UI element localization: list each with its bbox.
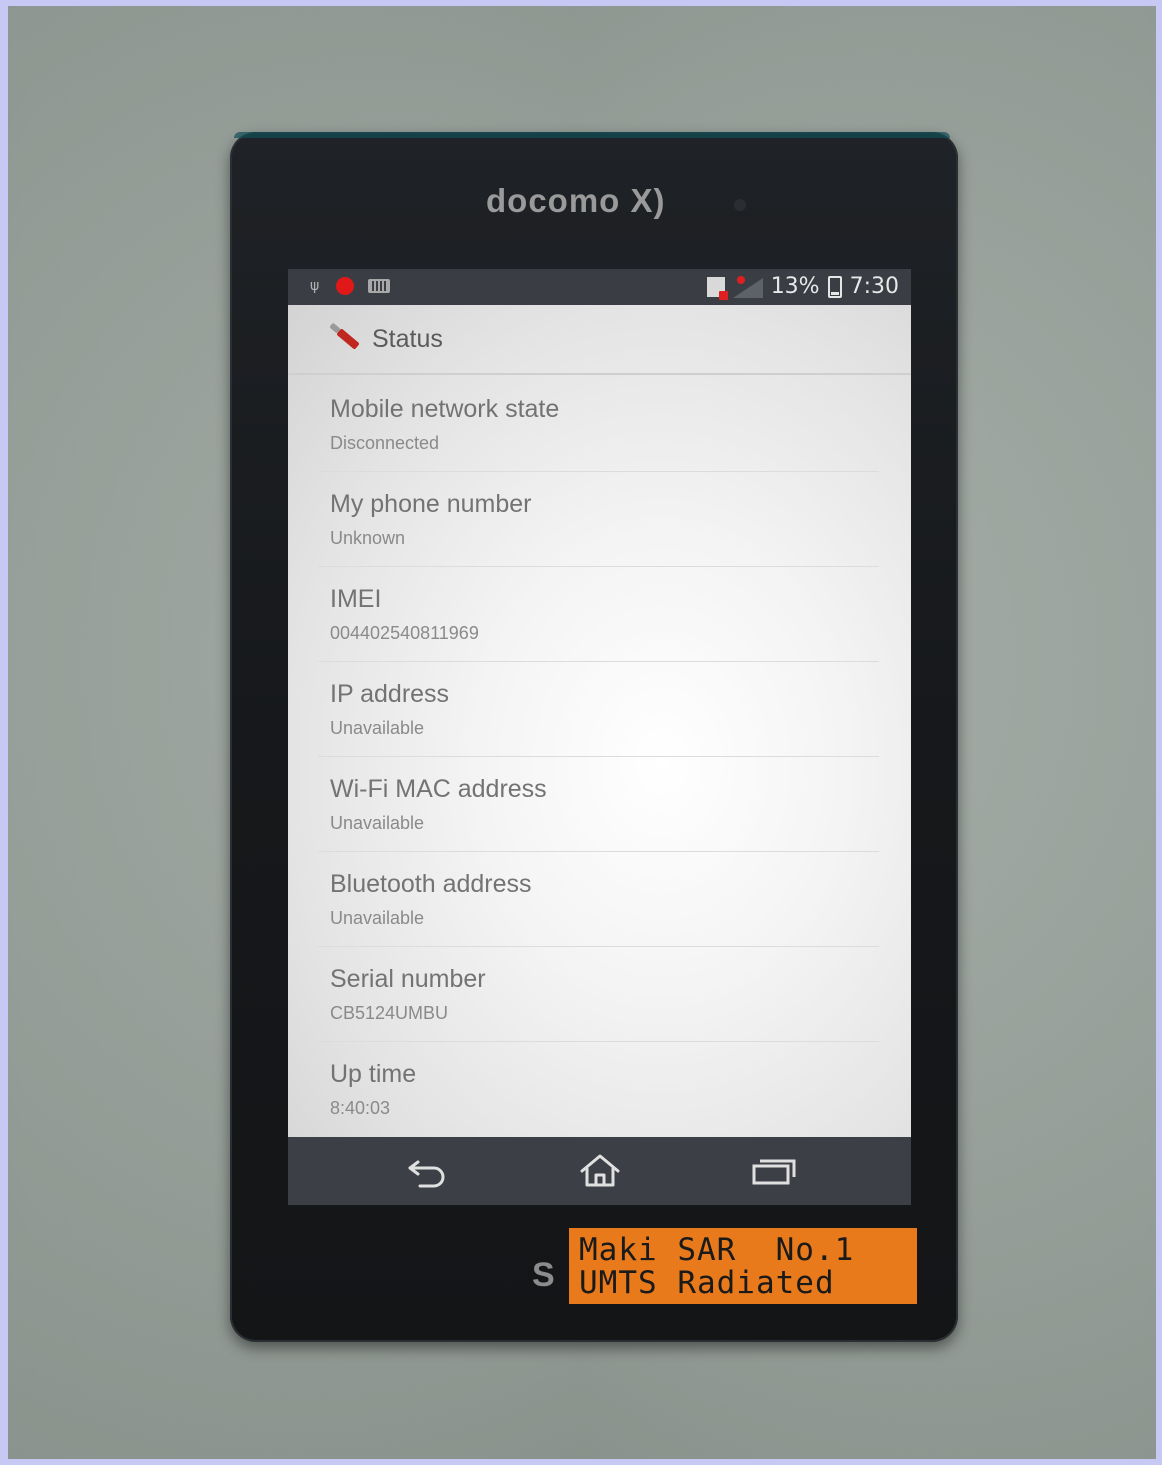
usb-debug-icon: ψ <box>310 278 320 294</box>
list-item-bluetooth-address[interactable]: Bluetooth address Unavailable <box>318 852 879 947</box>
battery-percent: 13% <box>770 274 820 299</box>
status-list: Mobile network state Disconnected My pho… <box>288 377 911 1137</box>
list-item-value: CB5124UMBU <box>330 1003 449 1023</box>
list-item-title: IMEI <box>330 585 382 613</box>
navigation-bar <box>288 1137 911 1205</box>
clock: 7:30 <box>849 274 899 299</box>
list-item-wifi-mac-address[interactable]: Wi-Fi MAC address Unavailable <box>318 757 879 852</box>
list-item-title: Serial number <box>330 965 486 993</box>
list-item-value: Unavailable <box>330 718 425 738</box>
list-item-value: Unavailable <box>330 908 425 928</box>
sd-card-icon <box>368 279 390 293</box>
recent-apps-icon <box>752 1159 796 1185</box>
sticker-line-1: Maki SAR No.1 <box>579 1232 855 1268</box>
phone-screen: ψ 13% 7:30 Status Mobile network state D… <box>288 269 911 1205</box>
list-item-value: Unknown <box>330 528 406 548</box>
record-icon <box>336 277 354 295</box>
sticker-line-2: UMTS Radiated <box>579 1265 835 1301</box>
settings-wrench-icon[interactable] <box>336 328 360 350</box>
list-item-value: 8:40:03 <box>330 1098 391 1118</box>
back-button[interactable] <box>398 1149 458 1193</box>
carrier-logo: docomo X) <box>486 182 666 219</box>
list-item-title: My phone number <box>330 490 532 518</box>
list-item-title: Wi-Fi MAC address <box>330 775 547 803</box>
list-item-my-phone-number[interactable]: My phone number Unknown <box>318 472 879 567</box>
recent-apps-button[interactable] <box>744 1149 804 1193</box>
list-item-value: Unavailable <box>330 813 425 833</box>
list-item-title: IP address <box>330 680 450 708</box>
proximity-sensor <box>734 199 746 211</box>
list-item-value: Disconnected <box>330 433 440 453</box>
brand-logo-partial: S <box>532 1256 558 1294</box>
notification-doc-icon <box>706 277 728 300</box>
home-button[interactable] <box>570 1149 630 1193</box>
page-title: Status <box>372 325 443 353</box>
phone-top-edge <box>234 132 950 138</box>
list-item-title: Bluetooth address <box>330 870 532 898</box>
photo-frame: docomo X) S ψ 13% 7:30 Status Mobile net… <box>0 0 1162 1465</box>
action-bar: Status <box>288 305 911 375</box>
status-bar[interactable]: ψ 13% 7:30 <box>288 269 911 305</box>
list-item-value: 004402540811969 <box>330 623 479 643</box>
list-item-serial-number[interactable]: Serial number CB5124UMBU <box>318 947 879 1042</box>
list-item-title: Mobile network state <box>330 395 560 423</box>
list-item-mobile-network-state[interactable]: Mobile network state Disconnected <box>318 377 879 472</box>
list-item-up-time[interactable]: Up time 8:40:03 <box>318 1042 879 1137</box>
list-item-ip-address[interactable]: IP address Unavailable <box>318 662 879 757</box>
list-item-title: Up time <box>330 1060 417 1088</box>
list-item-imei[interactable]: IMEI 004402540811969 <box>318 567 879 662</box>
battery-icon <box>827 276 842 298</box>
back-icon <box>408 1160 445 1188</box>
settings-content: Status Mobile network state Disconnected… <box>288 305 911 1137</box>
label-sticker: Maki SAR No.1 UMTS Radiated <box>569 1228 917 1304</box>
signal-icon <box>732 276 763 298</box>
home-icon <box>580 1154 620 1187</box>
